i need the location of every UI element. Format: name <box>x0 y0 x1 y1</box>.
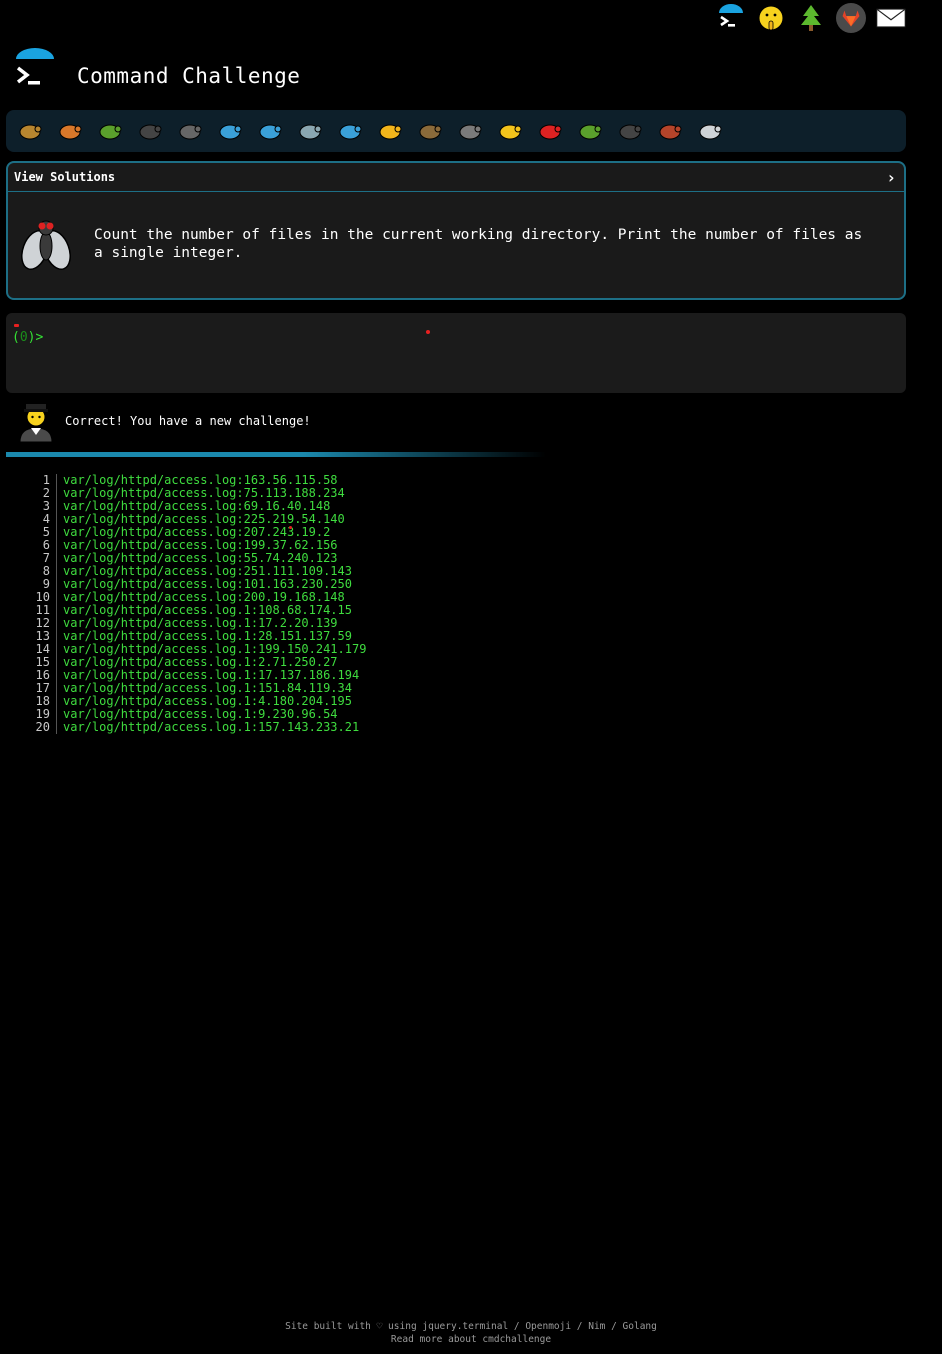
command-output: 1 var/log/httpd/access.log:163.56.115.58 2… <box>28 474 366 734</box>
bee-icon[interactable] <box>494 115 526 147</box>
view-solutions-toggle[interactable]: View Solutions › <box>8 163 904 192</box>
shushing-face-icon[interactable] <box>756 2 786 34</box>
progress-bar <box>6 452 546 457</box>
chevron-right-icon: › <box>886 167 896 187</box>
scorpion-icon[interactable] <box>654 115 686 147</box>
envelope-icon[interactable] <box>876 2 906 34</box>
brand-logo-icon[interactable] <box>12 48 58 94</box>
shark-icon[interactable] <box>294 115 326 147</box>
gitlab-icon[interactable] <box>836 2 866 34</box>
footer-credits: Site built with ♡ using jquery.terminal … <box>285 1321 657 1332</box>
tropical-fish-icon[interactable] <box>374 115 406 147</box>
challenge-bug-bar <box>6 110 906 152</box>
page-title: Command Challenge <box>77 64 301 88</box>
mosquito-icon[interactable] <box>614 115 646 147</box>
line-text: var/log/httpd/access.log.1:157.143.233.2… <box>63 720 360 734</box>
ant-icon[interactable] <box>134 115 166 147</box>
ladybug-icon[interactable] <box>534 115 566 147</box>
avatar-icon <box>18 400 54 443</box>
result-message: Correct! You have a new challenge! <box>18 400 311 443</box>
spider-web-icon[interactable] <box>174 115 206 147</box>
terminal[interactable]: (0)> <box>6 313 906 393</box>
footer-about-link[interactable]: Read more about cmdchallenge <box>0 1333 942 1346</box>
worm-icon[interactable] <box>574 115 606 147</box>
challenge-description: Count the number of files in the current… <box>94 227 863 261</box>
caterpillar-icon[interactable] <box>94 115 126 147</box>
top-nav <box>716 2 906 34</box>
fly-icon <box>18 214 74 274</box>
butterfly-icon[interactable] <box>54 115 86 147</box>
blowfish-icon[interactable] <box>414 115 446 147</box>
terminal-indicator-dot <box>14 324 19 327</box>
fish-icon[interactable] <box>334 115 366 147</box>
dolphin-icon[interactable] <box>254 115 286 147</box>
line-number: 20 <box>28 721 57 734</box>
view-solutions-label: View Solutions <box>14 170 116 184</box>
wolf-icon[interactable] <box>454 115 486 147</box>
result-message-text: Correct! You have a new challenge! <box>65 414 311 428</box>
terminal-prompt: (0)> <box>12 330 44 345</box>
terminal-logo-icon[interactable] <box>716 2 746 34</box>
whale-icon[interactable] <box>214 115 246 147</box>
fly-icon[interactable] <box>694 115 726 147</box>
footer: Site built with ♡ using jquery.terminal … <box>0 1320 942 1346</box>
challenge-panel: View Solutions › Count the number of fil… <box>6 161 906 300</box>
terminal-cursor-dot <box>426 330 430 334</box>
snail-icon[interactable] <box>14 115 46 147</box>
output-marker-dot <box>289 526 292 529</box>
tree-icon[interactable] <box>796 2 826 34</box>
output-line: 20 var/log/httpd/access.log.1:157.143.233… <box>28 721 366 734</box>
